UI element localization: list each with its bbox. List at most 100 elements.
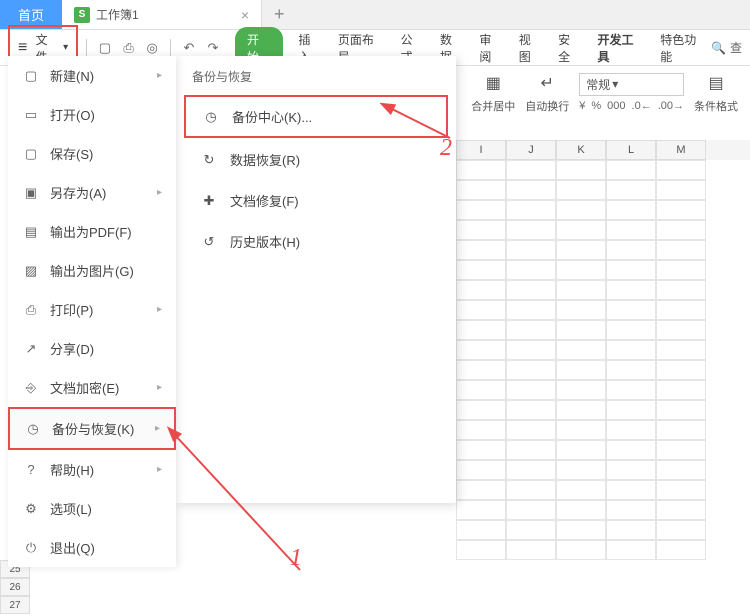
cell[interactable] <box>506 240 556 260</box>
cell[interactable] <box>556 480 606 500</box>
cell[interactable] <box>506 360 556 380</box>
cell[interactable] <box>456 500 506 520</box>
menu-backup-restore[interactable]: ◷备份与恢复(K)▸ <box>8 407 176 450</box>
preview-icon[interactable]: ◎ <box>142 38 162 58</box>
menu-print[interactable]: ⎙打印(P)▸ <box>8 290 176 329</box>
decrease-decimal-icon[interactable]: .0← <box>632 100 652 112</box>
cell[interactable] <box>456 520 506 540</box>
cell[interactable] <box>606 500 656 520</box>
merge-center-button[interactable]: ▦ 合并居中 <box>471 70 515 114</box>
currency-icon[interactable]: ¥ <box>579 100 585 112</box>
cell[interactable] <box>606 380 656 400</box>
cell[interactable] <box>506 220 556 240</box>
cell[interactable] <box>506 520 556 540</box>
cell[interactable] <box>606 520 656 540</box>
cell[interactable] <box>456 240 506 260</box>
submenu-data-recovery[interactable]: ↻数据恢复(R) <box>184 140 448 179</box>
cell[interactable] <box>506 300 556 320</box>
menu-open[interactable]: ▭打开(O) <box>8 95 176 134</box>
add-tab-button[interactable]: + <box>262 0 297 29</box>
cell[interactable] <box>656 460 706 480</box>
cell[interactable] <box>556 420 606 440</box>
cell[interactable] <box>606 340 656 360</box>
cell[interactable] <box>606 420 656 440</box>
cell[interactable] <box>456 360 506 380</box>
cell[interactable] <box>556 520 606 540</box>
submenu-doc-repair[interactable]: ✚文档修复(F) <box>184 181 448 220</box>
comma-icon[interactable]: 000 <box>607 100 625 112</box>
submenu-backup-center[interactable]: ◷备份中心(K)... <box>184 95 448 138</box>
cell[interactable] <box>456 180 506 200</box>
cell[interactable] <box>556 360 606 380</box>
cell[interactable] <box>606 160 656 180</box>
cell[interactable] <box>456 540 506 560</box>
close-icon[interactable]: × <box>241 7 249 23</box>
cell[interactable] <box>656 260 706 280</box>
menu-exit[interactable]: ⏻退出(Q) <box>8 528 176 567</box>
cell[interactable] <box>556 320 606 340</box>
cell[interactable] <box>606 320 656 340</box>
cell[interactable] <box>606 440 656 460</box>
cell[interactable] <box>556 440 606 460</box>
menu-new[interactable]: ▢新建(N)▸ <box>8 56 176 95</box>
cell[interactable] <box>506 540 556 560</box>
cell[interactable] <box>606 360 656 380</box>
col-header[interactable]: K <box>556 140 606 160</box>
cell[interactable] <box>506 260 556 280</box>
cell[interactable] <box>506 460 556 480</box>
cell[interactable] <box>606 220 656 240</box>
cell[interactable] <box>556 200 606 220</box>
submenu-history[interactable]: ↺历史版本(H) <box>184 222 448 261</box>
cell[interactable] <box>456 320 506 340</box>
cell[interactable] <box>606 260 656 280</box>
cell[interactable] <box>456 300 506 320</box>
cell[interactable] <box>606 460 656 480</box>
ribbon-tab-security[interactable]: 安全 <box>558 31 581 65</box>
cell[interactable] <box>506 440 556 460</box>
cell[interactable] <box>506 320 556 340</box>
cell[interactable] <box>506 480 556 500</box>
cell[interactable] <box>556 220 606 240</box>
cell[interactable] <box>606 540 656 560</box>
cell[interactable] <box>456 280 506 300</box>
cell[interactable] <box>556 340 606 360</box>
cell[interactable] <box>556 160 606 180</box>
row-header[interactable]: 26 <box>0 578 30 596</box>
cell[interactable] <box>656 360 706 380</box>
cell[interactable] <box>606 480 656 500</box>
cell[interactable] <box>506 420 556 440</box>
menu-help[interactable]: ?帮助(H)▸ <box>8 450 176 489</box>
menu-export-pdf[interactable]: ▤输出为PDF(F) <box>8 212 176 251</box>
cell[interactable] <box>606 300 656 320</box>
cell[interactable] <box>506 380 556 400</box>
cell[interactable] <box>656 380 706 400</box>
cell[interactable] <box>456 220 506 240</box>
undo-icon[interactable]: ↶ <box>179 38 199 58</box>
cell[interactable] <box>656 220 706 240</box>
conditional-format-button[interactable]: ▤ 条件格式 <box>694 70 738 114</box>
menu-save[interactable]: ▢保存(S) <box>8 134 176 173</box>
cell[interactable] <box>556 240 606 260</box>
menu-export-image[interactable]: ▨输出为图片(G) <box>8 251 176 290</box>
cell[interactable] <box>556 260 606 280</box>
cell[interactable] <box>556 180 606 200</box>
cell[interactable] <box>656 440 706 460</box>
number-format-dropdown[interactable]: 常规 ▾ <box>579 73 684 96</box>
menu-share[interactable]: ↗分享(D) <box>8 329 176 368</box>
menu-encrypt[interactable]: ⎆文档加密(E)▸ <box>8 368 176 407</box>
cell[interactable] <box>606 400 656 420</box>
cell[interactable] <box>656 300 706 320</box>
cell[interactable] <box>656 480 706 500</box>
ribbon-tab-review[interactable]: 审阅 <box>479 31 502 65</box>
cell[interactable] <box>456 420 506 440</box>
cell[interactable] <box>456 480 506 500</box>
cell[interactable] <box>456 160 506 180</box>
cell[interactable] <box>506 160 556 180</box>
cell[interactable] <box>506 500 556 520</box>
menu-options[interactable]: ⚙选项(L) <box>8 489 176 528</box>
cell[interactable] <box>656 320 706 340</box>
col-header[interactable]: M <box>656 140 706 160</box>
cell[interactable] <box>456 200 506 220</box>
ribbon-tab-view[interactable]: 视图 <box>519 31 542 65</box>
cell[interactable] <box>606 180 656 200</box>
